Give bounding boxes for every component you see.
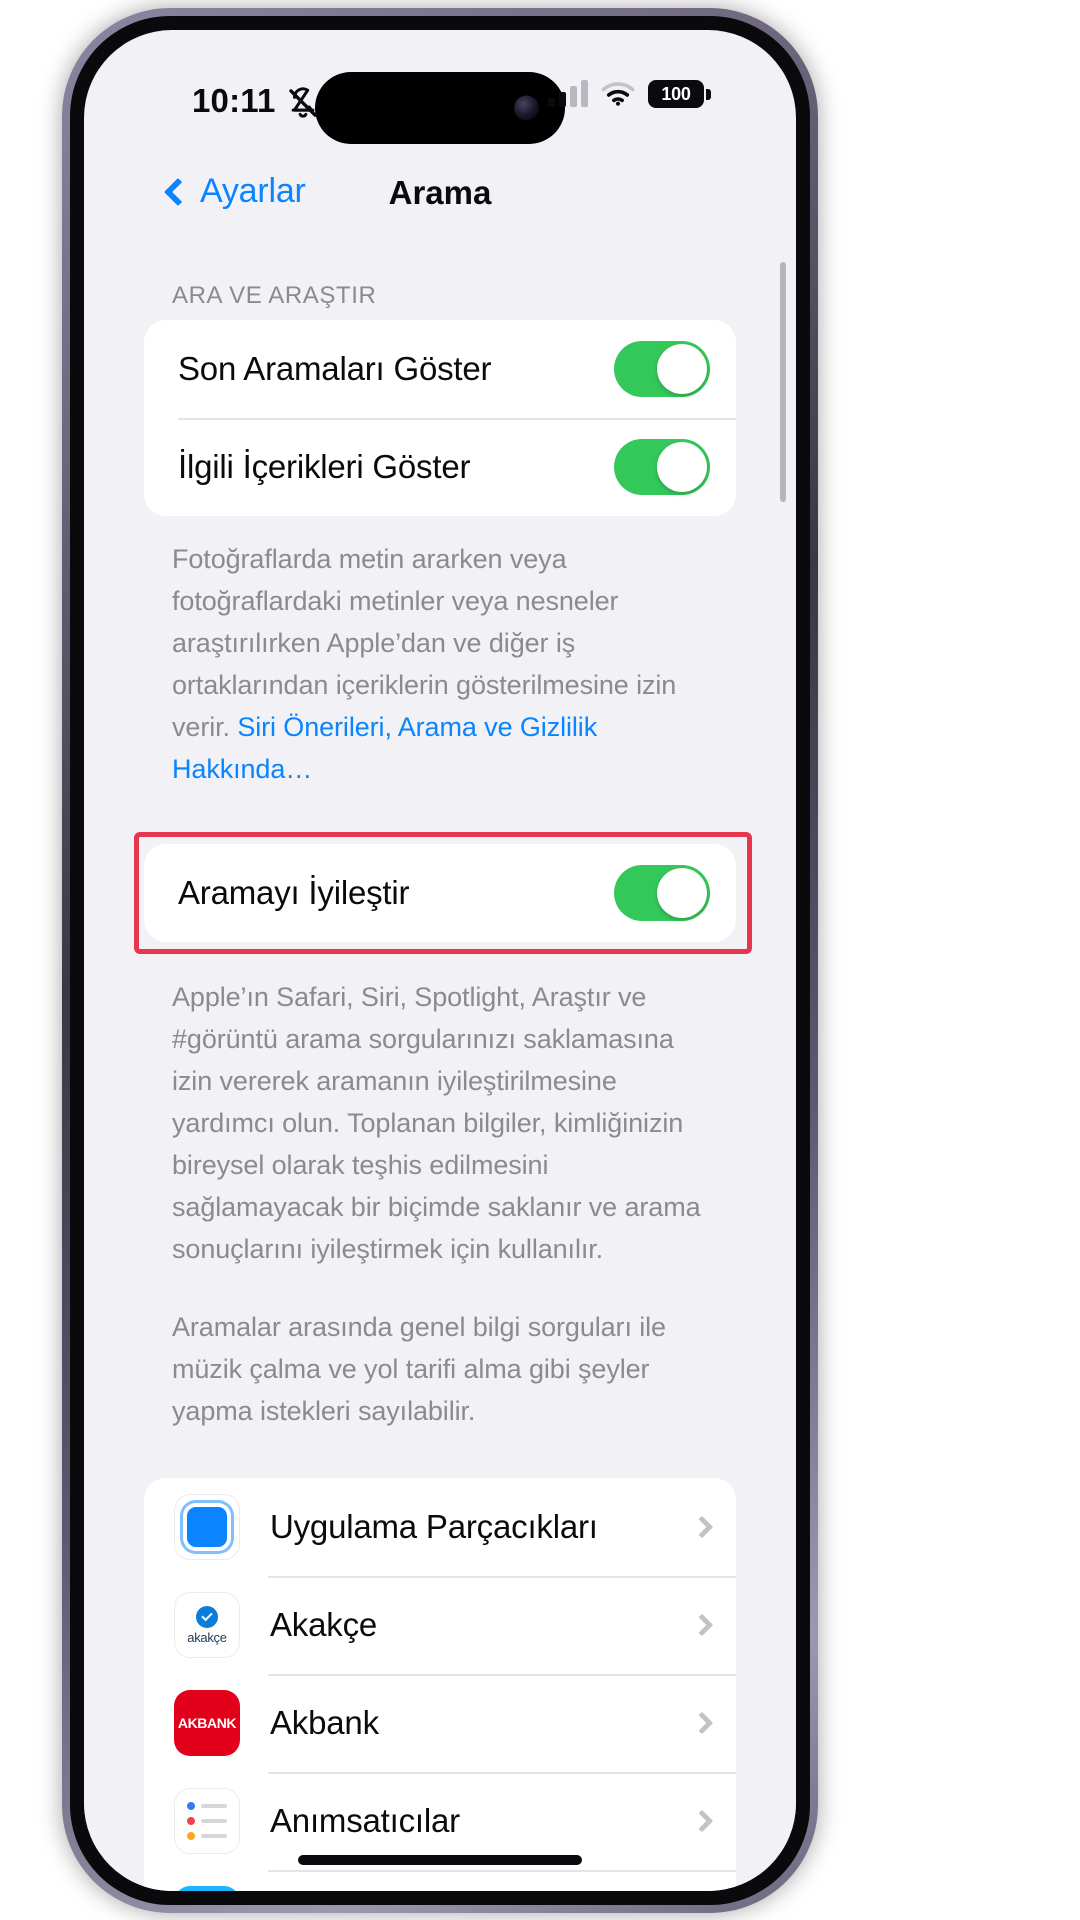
app-widgets-icon [174, 1494, 240, 1560]
navigation-bar: Ayarlar Arama [84, 154, 796, 238]
footer-text-examples: Aramalar arasında genel bilgi sorguları … [172, 1312, 666, 1426]
improve-search-group: Aramayı İyileştir [144, 844, 736, 942]
app-label: Akakçe [270, 1606, 378, 1643]
app-label: Anımsatıcılar [270, 1802, 460, 1839]
akakce-icon-text: akakçe [187, 1629, 227, 1645]
status-bar: 10:11 100 [84, 30, 796, 154]
chevron-right-icon [690, 1515, 714, 1539]
page-title: Arama [388, 174, 492, 211]
row-label: İlgili İçerikleri Göster [178, 448, 471, 485]
phone-screen: 10:11 100 Ayarlar Arama ARA VE ARAŞTIR S… [84, 30, 796, 1891]
akakce-app-icon: akakçe [174, 1592, 240, 1658]
chevron-right-icon [690, 1613, 714, 1637]
status-bar-indicators: 100 [548, 80, 711, 108]
settings-scroll-view[interactable]: ARA VE ARAŞTIR Son Aramaları Göster İlgi… [84, 238, 796, 1891]
cellular-signal-icon [548, 80, 588, 107]
phone-bezel: 10:11 100 Ayarlar Arama ARA VE ARAŞTIR S… [70, 16, 810, 1905]
phone-frame: 10:11 100 Ayarlar Arama ARA VE ARAŞTIR S… [62, 8, 818, 1913]
home-indicator[interactable] [298, 1855, 582, 1865]
screenshot-root: 10:11 100 Ayarlar Arama ARA VE ARAŞTIR S… [0, 0, 1080, 1920]
toggle-show-related-content[interactable] [614, 439, 710, 495]
chevron-right-icon [690, 1711, 714, 1735]
app-list-group: Uygulama Parçacıkları akakçe Akakçe AKBA… [144, 1478, 736, 1891]
front-camera-icon [514, 95, 539, 121]
app-store-icon [174, 1886, 240, 1891]
row-label: Son Aramaları Göster [178, 350, 492, 387]
search-settings-group: Son Aramaları Göster İlgili İçerikleri G… [144, 320, 736, 516]
wifi-icon [601, 82, 635, 106]
app-label: Akbank [270, 1704, 379, 1741]
status-bar-time: 10:11 [192, 82, 276, 119]
akbank-app-icon: AKBANK [174, 1690, 240, 1756]
footer-text-improve-search: Apple’ın Safari, Siri, Spotlight, Araştı… [172, 982, 701, 1264]
highlighted-section: Aramayı İyileştir [84, 832, 796, 954]
toggle-show-recent-searches[interactable] [614, 341, 710, 397]
app-row-uygulama-parcaciklari[interactable]: Uygulama Parçacıkları [144, 1478, 736, 1576]
app-row-akakce[interactable]: akakçe Akakçe [144, 1576, 736, 1674]
battery-level-label: 100 [661, 83, 691, 104]
app-row-app-store[interactable]: App Store [144, 1870, 736, 1891]
scrollbar[interactable] [780, 262, 786, 502]
app-label: Uygulama Parçacıkları [270, 1508, 598, 1545]
toggle-improve-search[interactable] [614, 865, 710, 921]
row-improve-search[interactable]: Aramayı İyileştir [144, 844, 736, 942]
row-show-recent-searches[interactable]: Son Aramaları Göster [144, 320, 736, 418]
section-header-search: ARA VE ARAŞTIR [172, 282, 377, 309]
battery-indicator: 100 [648, 80, 711, 108]
footer-text-search: Fotoğraflarda metin ararken veya fotoğra… [172, 538, 708, 790]
row-show-related-content[interactable]: İlgili İçerikleri Göster [144, 418, 736, 516]
row-label: Aramayı İyileştir [178, 874, 410, 911]
app-row-akbank[interactable]: AKBANK Akbank [144, 1674, 736, 1772]
akbank-icon-text: AKBANK [177, 1715, 237, 1731]
reminders-app-icon [174, 1788, 240, 1854]
dynamic-island [315, 72, 565, 144]
chevron-right-icon [690, 1809, 714, 1833]
